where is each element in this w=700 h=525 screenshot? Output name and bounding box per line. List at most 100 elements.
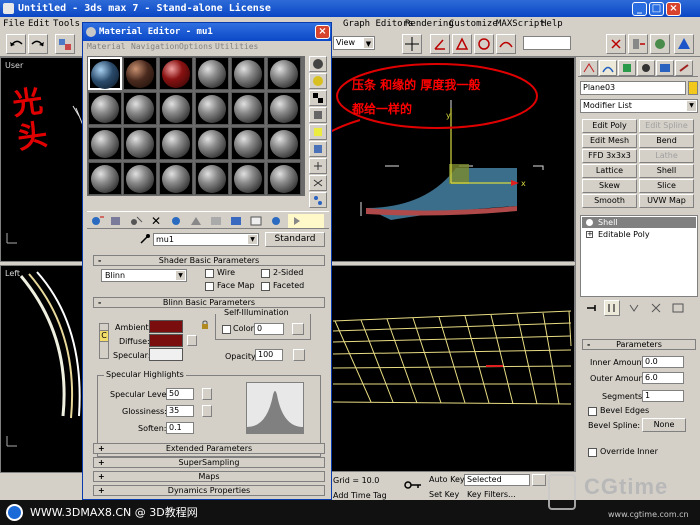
rollout-blinn-basic[interactable]: - Blinn Basic Parameters <box>93 297 325 308</box>
named-selection-icon[interactable] <box>496 34 516 54</box>
key-icon[interactable] <box>403 478 423 492</box>
lock-ambient-diffuse-button[interactable]: C <box>99 330 109 342</box>
face-map-checkbox[interactable] <box>205 282 214 291</box>
key-filters-button[interactable]: Key Filters... <box>467 490 516 500</box>
stack-item-shell[interactable]: Shell <box>582 217 696 228</box>
shader-dropdown[interactable]: Blinn ▼ <box>101 269 187 282</box>
override-inner-checkbox[interactable] <box>588 448 597 457</box>
specular-level-spinner[interactable]: 50 <box>166 388 194 400</box>
modifier-lattice-button[interactable]: Lattice <box>582 164 637 178</box>
pick-from-object-icon[interactable] <box>139 233 151 245</box>
sample-slot-6[interactable] <box>267 57 301 90</box>
faceted-checkbox[interactable] <box>261 282 270 291</box>
material-name-field[interactable]: mu1 ▼ <box>153 233 259 246</box>
select-link-icon[interactable] <box>55 34 75 54</box>
video-color-check-icon[interactable] <box>309 124 327 140</box>
sample-slot-18[interactable] <box>267 127 301 160</box>
diffuse-map-button[interactable] <box>187 335 197 346</box>
expand-icon[interactable]: + <box>586 231 593 238</box>
self-illum-spinner[interactable]: 0 <box>254 323 284 335</box>
display-tab-icon[interactable] <box>656 60 674 76</box>
spinner-snap-icon[interactable] <box>474 34 494 54</box>
self-illum-map-button[interactable] <box>292 323 304 335</box>
sample-slot-21[interactable] <box>159 162 193 195</box>
lock-icon[interactable] <box>201 320 209 330</box>
sample-slot-4[interactable] <box>195 57 229 90</box>
pin-stack-icon[interactable] <box>584 301 600 315</box>
material-type-button[interactable]: Standard <box>265 232 325 247</box>
sample-slot-14[interactable] <box>123 127 157 160</box>
make-unique-icon[interactable] <box>168 214 184 228</box>
show-end-result-icon[interactable] <box>604 300 620 316</box>
modifier-edit-mesh-button[interactable]: Edit Mesh <box>582 134 637 148</box>
sample-slot-22[interactable] <box>195 162 229 195</box>
sample-slot-13[interactable] <box>88 127 122 160</box>
menu-utilities[interactable]: Utilities <box>215 41 258 53</box>
bevel-spline-button[interactable]: None <box>642 418 686 432</box>
show-map-in-viewport-icon[interactable] <box>228 214 244 228</box>
menu-help[interactable]: Help <box>541 17 563 31</box>
remove-modifier-icon[interactable] <box>648 301 664 315</box>
sample-slot-3[interactable] <box>159 57 193 90</box>
viewport-user[interactable]: User 光头 <box>0 57 85 262</box>
sample-slot-16[interactable] <box>195 127 229 160</box>
undo-icon[interactable] <box>6 34 26 54</box>
viewport-left[interactable]: Left <box>0 265 85 473</box>
menu-file[interactable]: File <box>3 17 25 31</box>
rollout-maps[interactable]: + Maps <box>93 471 325 482</box>
sample-slot-19[interactable] <box>88 162 122 195</box>
sample-slot-23[interactable] <box>231 162 265 195</box>
specular-level-map-button[interactable] <box>202 388 212 400</box>
uv-tiling-icon[interactable] <box>309 107 327 123</box>
render-icon[interactable] <box>674 34 694 54</box>
sample-slot-10[interactable] <box>195 92 229 125</box>
align-icon[interactable] <box>628 34 648 54</box>
menu-tools[interactable]: Tools <box>53 17 80 31</box>
modifier-edit-spline-button[interactable]: Edit Spline <box>639 119 694 133</box>
sample-type-icon[interactable] <box>309 56 327 72</box>
menu-options[interactable]: Options <box>179 41 213 53</box>
modifier-bend-button[interactable]: Bend <box>639 134 694 148</box>
object-name-field[interactable]: Plane03 <box>580 81 686 95</box>
named-selection-field[interactable] <box>523 36 571 50</box>
assign-to-selection-icon[interactable] <box>128 214 144 228</box>
modifier-smooth-button[interactable]: Smooth <box>582 194 637 208</box>
specular-color-swatch[interactable] <box>149 348 183 361</box>
modifier-skew-button[interactable]: Skew <box>582 179 637 193</box>
sample-slot-2[interactable] <box>123 57 157 90</box>
modifier-uvw-map-button[interactable]: UVW Map <box>639 194 694 208</box>
material-map-navigator-icon[interactable] <box>309 192 327 208</box>
put-to-scene-icon[interactable] <box>108 214 124 228</box>
stack-item-editable-poly[interactable]: + Editable Poly <box>582 229 696 240</box>
menu-graph-editors[interactable]: Graph Editors <box>343 17 413 31</box>
hierarchy-tab-icon[interactable] <box>618 60 636 76</box>
angle-snap-icon[interactable] <box>430 34 450 54</box>
outer-amount-spinner[interactable]: 6.0 <box>642 372 684 384</box>
glossiness-map-button[interactable] <box>202 405 212 417</box>
select-by-material-icon[interactable] <box>309 175 327 191</box>
reset-map-icon[interactable]: ✕ <box>148 214 164 228</box>
rollout-dynamics-properties[interactable]: + Dynamics Properties <box>93 485 325 496</box>
minimize-icon[interactable]: _ <box>632 2 647 16</box>
soften-spinner[interactable]: 0.1 <box>166 422 194 434</box>
modify-tab-icon[interactable] <box>599 60 617 76</box>
go-to-start-icon[interactable] <box>532 474 546 486</box>
bevel-edges-checkbox[interactable] <box>588 407 597 416</box>
sample-slot-8[interactable] <box>123 92 157 125</box>
sample-slot-9[interactable] <box>159 92 193 125</box>
modifier-slice-button[interactable]: Slice <box>639 179 694 193</box>
material-editor-icon[interactable] <box>650 34 670 54</box>
motion-tab-icon[interactable] <box>637 60 655 76</box>
sample-slot-12[interactable] <box>267 92 301 125</box>
make-preview-icon[interactable] <box>309 141 327 157</box>
rollout-extended-parameters[interactable]: + Extended Parameters <box>93 443 325 454</box>
material-effects-channel-icon[interactable] <box>208 214 224 228</box>
background-icon[interactable] <box>309 90 327 106</box>
percent-snap-icon[interactable] <box>452 34 472 54</box>
menu-customize[interactable]: Customize <box>449 17 498 31</box>
opacity-map-button[interactable] <box>293 349 305 361</box>
sample-slot-15[interactable] <box>159 127 193 160</box>
viewport-front[interactable] <box>330 265 575 472</box>
backlight-icon[interactable] <box>309 73 327 89</box>
sample-slot-11[interactable] <box>231 92 265 125</box>
